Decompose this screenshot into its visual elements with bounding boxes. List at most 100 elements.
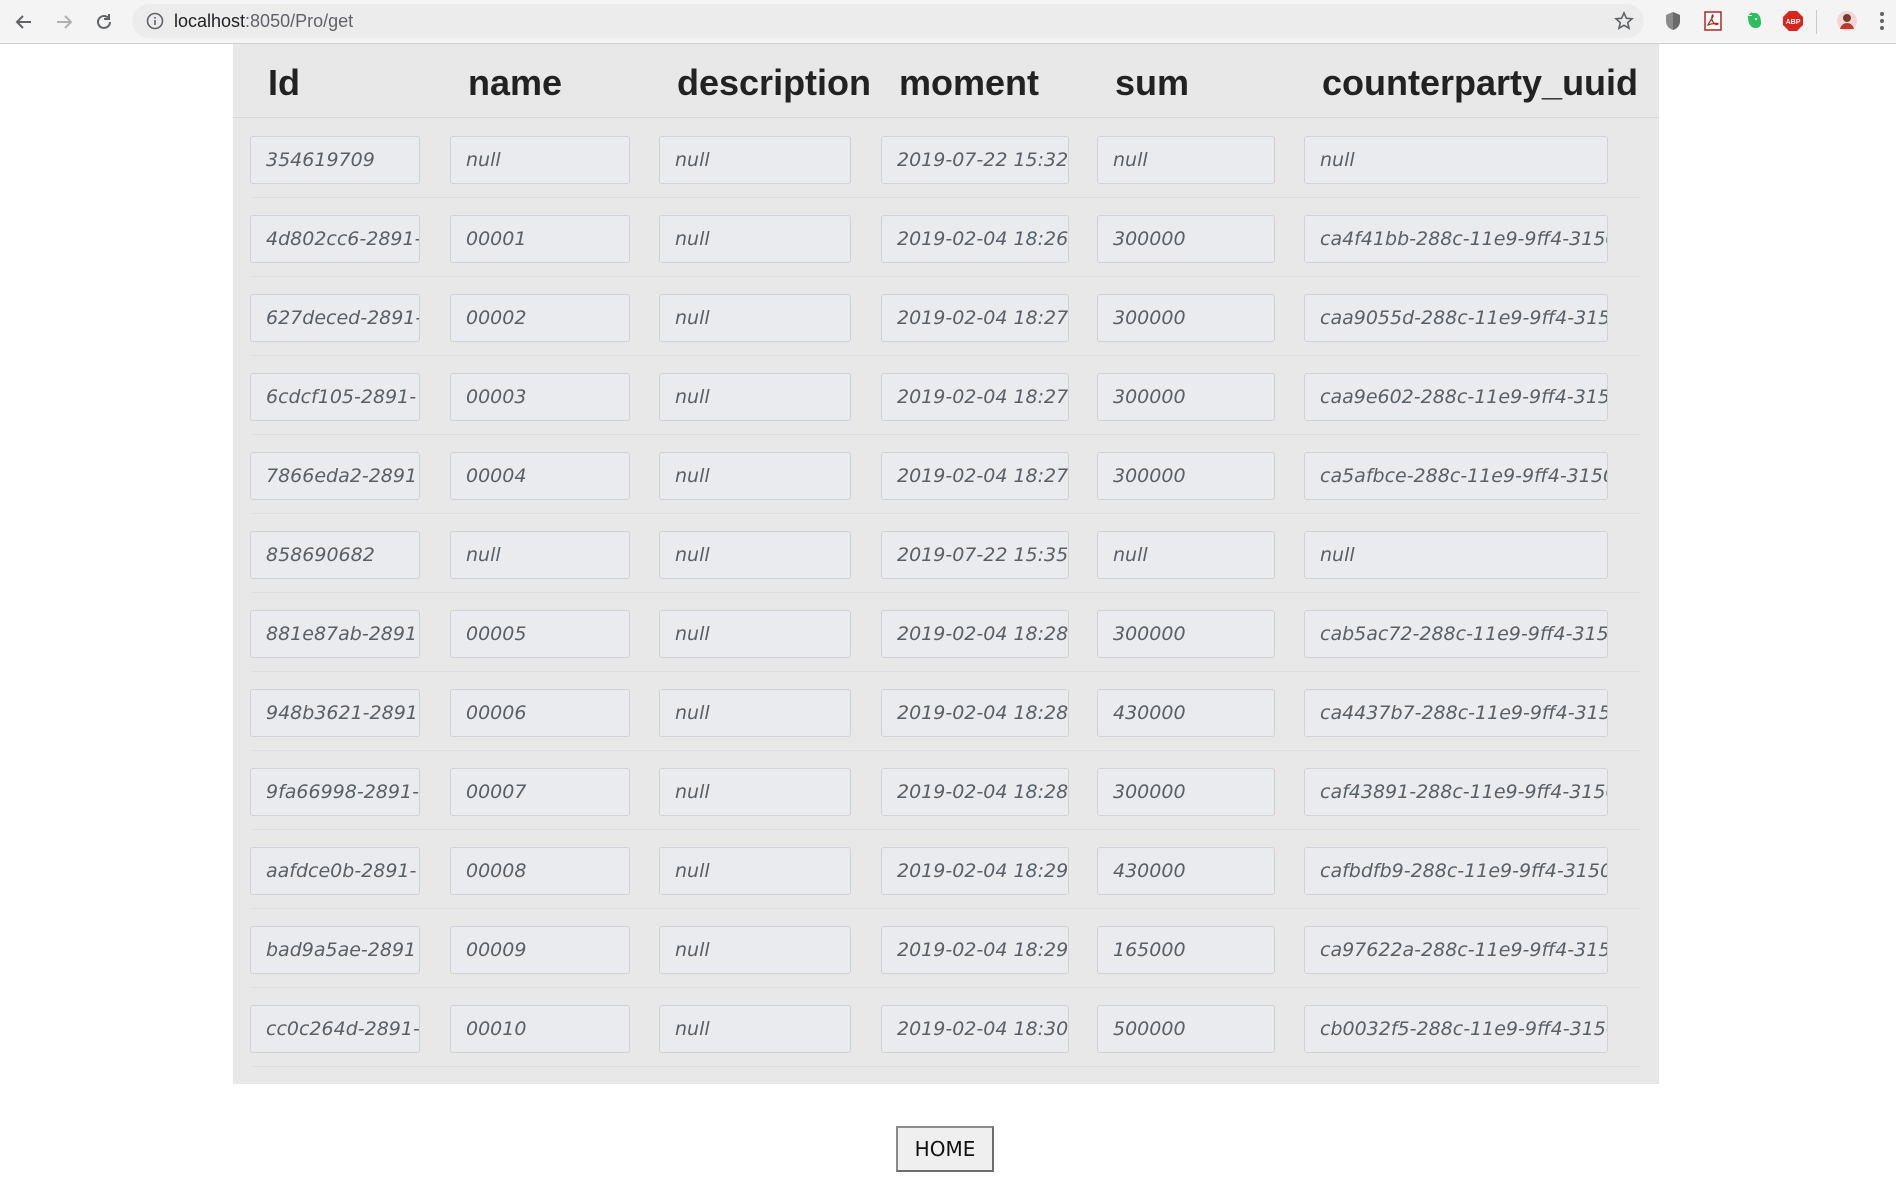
cell-id[interactable]: aafdce0b-2891-: [250, 847, 420, 895]
table-row: 881e87ab-2891 00005 null 2019-02-04 18:28 30…: [250, 593, 1641, 672]
cell-name[interactable]: 00003: [450, 373, 630, 421]
cell-counterparty-uuid[interactable]: cab5ac72-288c-11e9-9ff4-315(: [1304, 610, 1608, 658]
cell-id[interactable]: 354619709: [250, 136, 420, 184]
pdf-icon: [1704, 11, 1722, 31]
cell-sum[interactable]: 500000: [1097, 1005, 1275, 1053]
profile-button[interactable]: [1834, 8, 1860, 34]
cell-sum[interactable]: 300000: [1097, 610, 1275, 658]
cell-name[interactable]: 00001: [450, 215, 630, 263]
cell-moment[interactable]: 2019-07-22 15:35: [881, 531, 1069, 579]
cell-name[interactable]: 00004: [450, 452, 630, 500]
cell-description[interactable]: null: [659, 136, 851, 184]
home-button[interactable]: HOME: [896, 1126, 994, 1172]
cell-sum[interactable]: 300000: [1097, 452, 1275, 500]
cell-description[interactable]: null: [659, 768, 851, 816]
extension-evernote[interactable]: [1740, 8, 1766, 34]
browser-menu-button[interactable]: [1872, 8, 1892, 34]
cell-sum[interactable]: 300000: [1097, 373, 1275, 421]
cell-moment[interactable]: 2019-02-04 18:27: [881, 294, 1069, 342]
reload-button[interactable]: [90, 8, 118, 36]
cell-moment[interactable]: 2019-02-04 18:30: [881, 1005, 1069, 1053]
cell-description[interactable]: null: [659, 926, 851, 974]
svg-text:ABP: ABP: [1786, 19, 1801, 26]
cell-name[interactable]: 00007: [450, 768, 630, 816]
cell-sum[interactable]: 430000: [1097, 689, 1275, 737]
cell-description[interactable]: null: [659, 373, 851, 421]
cell-name[interactable]: 00002: [450, 294, 630, 342]
cell-id[interactable]: 4d802cc6-2891-: [250, 215, 420, 263]
cell-moment[interactable]: 2019-02-04 18:29: [881, 847, 1069, 895]
info-icon[interactable]: [146, 12, 164, 30]
cell-id[interactable]: 9fa66998-2891-: [250, 768, 420, 816]
cell-description[interactable]: null: [659, 531, 851, 579]
cell-id[interactable]: 6cdcf105-2891-: [250, 373, 420, 421]
table-row: 7866eda2-2891 00004 null 2019-02-04 18:27 30…: [250, 435, 1641, 514]
cell-counterparty-uuid[interactable]: ca4437b7-288c-11e9-9ff4-315(: [1304, 689, 1608, 737]
cell-id[interactable]: 7866eda2-2891: [250, 452, 420, 500]
forward-button[interactable]: [50, 8, 78, 36]
cell-name[interactable]: 00010: [450, 1005, 630, 1053]
cell-moment[interactable]: 2019-02-04 18:27: [881, 373, 1069, 421]
cell-id[interactable]: bad9a5ae-2891: [250, 926, 420, 974]
back-button[interactable]: [10, 8, 38, 36]
cell-id[interactable]: 881e87ab-2891: [250, 610, 420, 658]
cell-sum[interactable]: 300000: [1097, 294, 1275, 342]
evernote-icon: [1747, 12, 1761, 28]
cell-description[interactable]: null: [659, 689, 851, 737]
cell-name[interactable]: 00009: [450, 926, 630, 974]
url-path: :8050/Pro/get: [245, 11, 354, 31]
cell-sum[interactable]: null: [1097, 531, 1275, 579]
cell-name[interactable]: 00008: [450, 847, 630, 895]
cell-moment[interactable]: 2019-02-04 18:28: [881, 610, 1069, 658]
extension-shield[interactable]: [1660, 8, 1686, 34]
cell-moment[interactable]: 2019-02-04 18:28: [881, 768, 1069, 816]
column-header-description: description: [677, 62, 872, 103]
cell-sum[interactable]: null: [1097, 136, 1275, 184]
table-row: 4d802cc6-2891- 00001 null 2019-02-04 18:26 3…: [250, 198, 1641, 277]
cell-counterparty-uuid[interactable]: caa9e602-288c-11e9-9ff4-315(: [1304, 373, 1608, 421]
cell-description[interactable]: null: [659, 610, 851, 658]
cell-counterparty-uuid[interactable]: null: [1304, 136, 1608, 184]
cell-description[interactable]: null: [659, 215, 851, 263]
address-bar[interactable]: localhost:8050/Pro/get: [132, 4, 1644, 38]
extension-adblock[interactable]: ABP: [1780, 8, 1806, 34]
cell-id[interactable]: 948b3621-2891: [250, 689, 420, 737]
table-row: 9fa66998-2891- 00007 null 2019-02-04 18:28 3…: [250, 751, 1641, 830]
cell-counterparty-uuid[interactable]: caf43891-288c-11e9-9ff4-3150: [1304, 768, 1608, 816]
cell-id[interactable]: 627deced-2891-: [250, 294, 420, 342]
cell-moment[interactable]: 2019-02-04 18:26: [881, 215, 1069, 263]
cell-sum[interactable]: 300000: [1097, 215, 1275, 263]
data-table: Id name description moment sum counterpa…: [233, 44, 1659, 1084]
cell-moment[interactable]: 2019-02-04 18:29: [881, 926, 1069, 974]
url-text: localhost:8050/Pro/get: [174, 10, 353, 32]
cell-sum[interactable]: 165000: [1097, 926, 1275, 974]
cell-description[interactable]: null: [659, 847, 851, 895]
cell-description[interactable]: null: [659, 1005, 851, 1053]
cell-moment[interactable]: 2019-02-04 18:28: [881, 689, 1069, 737]
cell-counterparty-uuid[interactable]: null: [1304, 531, 1608, 579]
cell-id[interactable]: 858690682: [250, 531, 420, 579]
cell-name[interactable]: null: [450, 136, 630, 184]
cell-counterparty-uuid[interactable]: cb0032f5-288c-11e9-9ff4-3150: [1304, 1005, 1608, 1053]
cell-description[interactable]: null: [659, 452, 851, 500]
table-header: Id name description moment sum counterpa…: [233, 44, 1659, 118]
cell-counterparty-uuid[interactable]: ca5afbce-288c-11e9-9ff4-3150(: [1304, 452, 1608, 500]
cell-sum[interactable]: 300000: [1097, 768, 1275, 816]
arrow-right-icon: [57, 15, 73, 29]
column-header-counterparty-uuid: counterparty_uuid: [1322, 62, 1639, 103]
cell-description[interactable]: null: [659, 294, 851, 342]
star-icon[interactable]: [1614, 11, 1634, 31]
cell-sum[interactable]: 430000: [1097, 847, 1275, 895]
cell-counterparty-uuid[interactable]: caa9055d-288c-11e9-9ff4-315(: [1304, 294, 1608, 342]
extension-pdf[interactable]: [1700, 8, 1726, 34]
cell-moment[interactable]: 2019-07-22 15:32: [881, 136, 1069, 184]
shield-icon: [1666, 12, 1680, 30]
cell-name[interactable]: null: [450, 531, 630, 579]
cell-counterparty-uuid[interactable]: ca4f41bb-288c-11e9-9ff4-3150: [1304, 215, 1608, 263]
cell-counterparty-uuid[interactable]: ca97622a-288c-11e9-9ff4-315(: [1304, 926, 1608, 974]
cell-counterparty-uuid[interactable]: cafbdfb9-288c-11e9-9ff4-3150(: [1304, 847, 1608, 895]
cell-name[interactable]: 00005: [450, 610, 630, 658]
cell-id[interactable]: cc0c264d-2891-: [250, 1005, 420, 1053]
cell-moment[interactable]: 2019-02-04 18:27: [881, 452, 1069, 500]
cell-name[interactable]: 00006: [450, 689, 630, 737]
